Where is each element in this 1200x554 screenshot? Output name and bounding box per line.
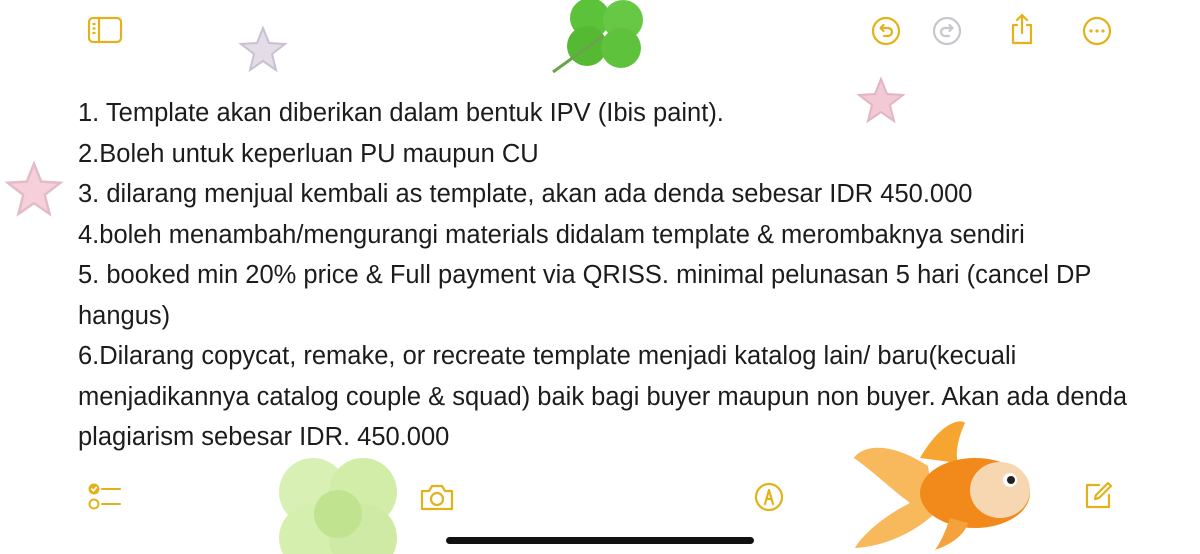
note-body[interactable]: 1. Template akan diberikan dalam bentuk … [78,93,1148,458]
clover-sticker [552,0,643,74]
undo-icon[interactable] [871,16,901,46]
camera-icon[interactable] [419,482,455,512]
sidebar-icon[interactable] [87,16,123,44]
share-icon[interactable] [1008,12,1036,46]
home-indicator[interactable] [446,537,754,544]
more-icon[interactable] [1082,16,1112,46]
redo-icon[interactable] [932,16,962,46]
star-sticker [4,160,64,217]
note-line: 4.boleh menambah/mengurangi materials di… [78,220,1025,249]
markup-icon[interactable] [754,482,784,512]
note-line: 2.Boleh untuk keperluan PU maupun CU [78,139,539,168]
note-line: 5. booked min 20% price & Full payment v… [78,261,1091,330]
star-sticker [238,25,288,73]
compose-icon[interactable] [1082,480,1114,512]
note-line: 3. dilarang menjual kembali as template,… [78,180,973,208]
note-line: 1. Template akan diberikan dalam bentuk … [78,99,724,127]
note-line: 6.Dilarang copycat, remake, or recreate … [78,342,1128,451]
checklist-icon[interactable] [88,482,122,512]
clover-sticker [279,458,397,554]
